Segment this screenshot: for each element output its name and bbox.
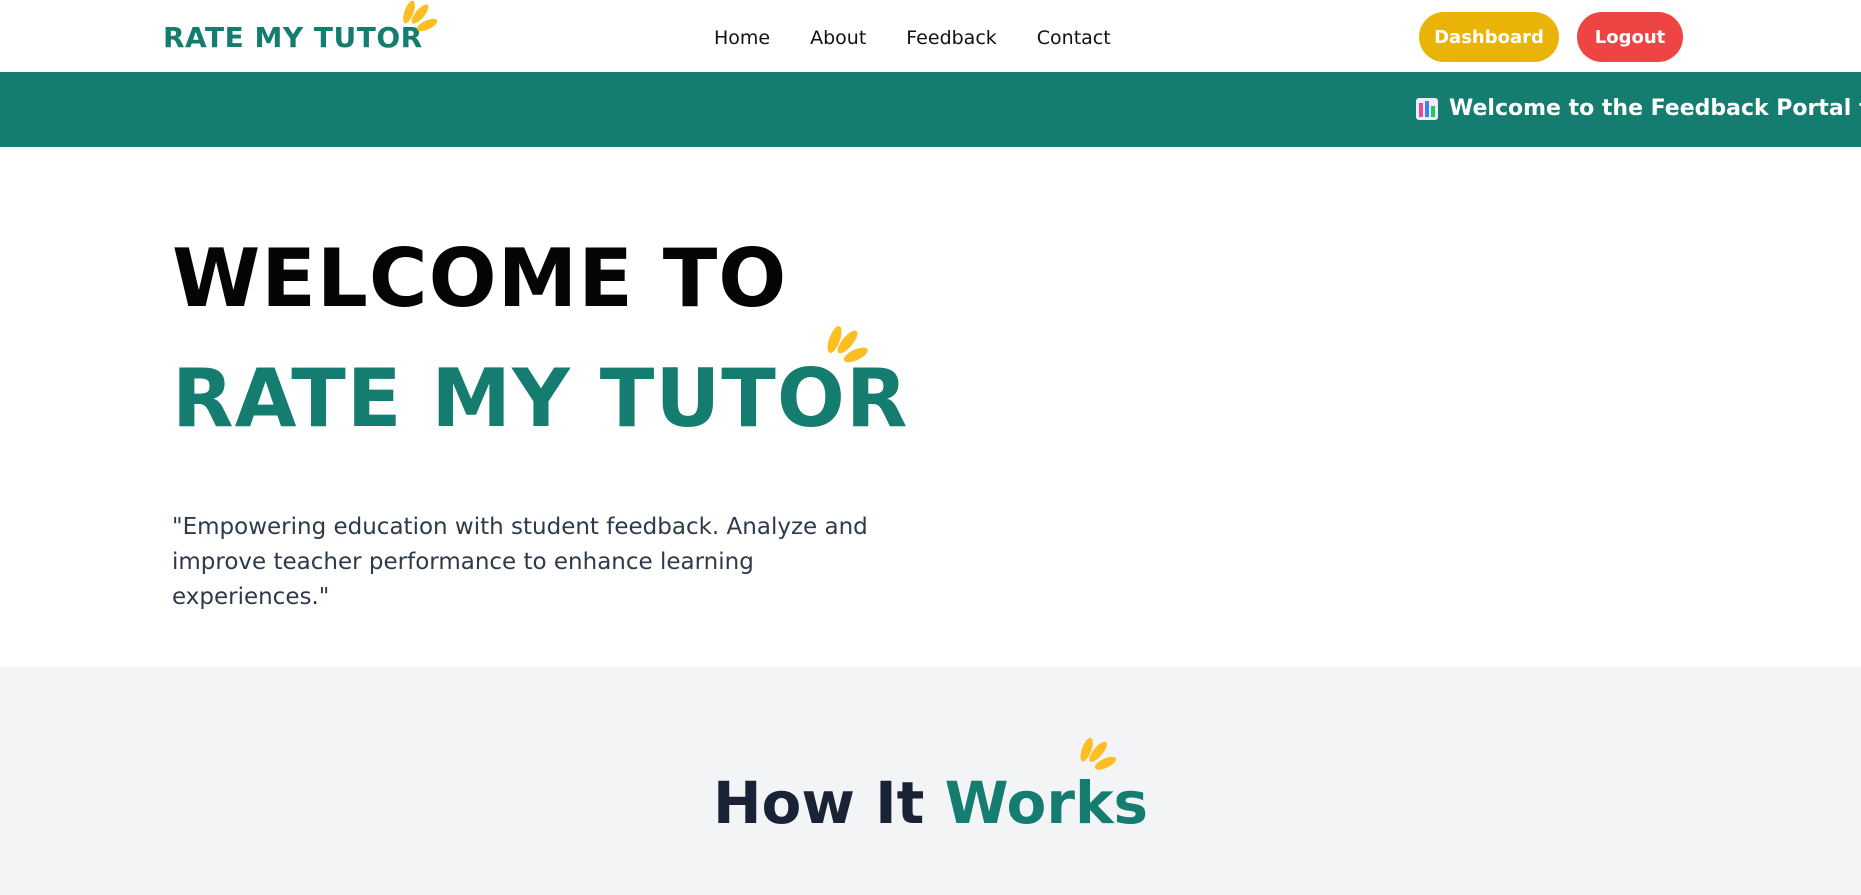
hero-title-brand: RATE MY TUTOR (172, 352, 909, 445)
sparkle-icon (1080, 737, 1117, 770)
nav-home-link[interactable]: Home (714, 24, 770, 52)
hero-title-welcome: WELCOME TO (172, 232, 788, 325)
hero-section: WELCOME TO RATE MY TUTOR "Empowering edu… (0, 147, 1861, 667)
bar-chart-icon (1416, 98, 1438, 120)
site-logo[interactable]: RATE MY TUTOR (163, 0, 438, 58)
banner-text: Welcome to the Feedback Portal for Edu (1449, 96, 1861, 121)
announcement-banner: Welcome to the Feedback Portal for Edu (0, 72, 1861, 147)
sparkle-icon (403, 0, 438, 32)
how-it-works-section: How It Works (0, 667, 1861, 895)
logo-text: RATE MY TUTOR (163, 21, 423, 54)
logout-button[interactable]: Logout (1577, 12, 1683, 62)
nav-about-link[interactable]: About (810, 24, 866, 52)
sparkle-icon (827, 326, 868, 363)
nav-feedback-link[interactable]: Feedback (906, 24, 996, 52)
title-part-how-it: How It (712, 769, 925, 837)
dashboard-button[interactable]: Dashboard (1419, 12, 1559, 62)
section-title: How It Works (0, 767, 1861, 839)
top-header: RATE MY TUTOR Home About Feedback Contac… (0, 0, 1861, 72)
main-nav: Home About Feedback Contact (714, 24, 1151, 52)
banner-marquee: Welcome to the Feedback Portal for Edu (1415, 94, 1861, 124)
hero-tagline: "Empowering education with student feedb… (172, 514, 868, 610)
nav-contact-link[interactable]: Contact (1037, 24, 1111, 52)
